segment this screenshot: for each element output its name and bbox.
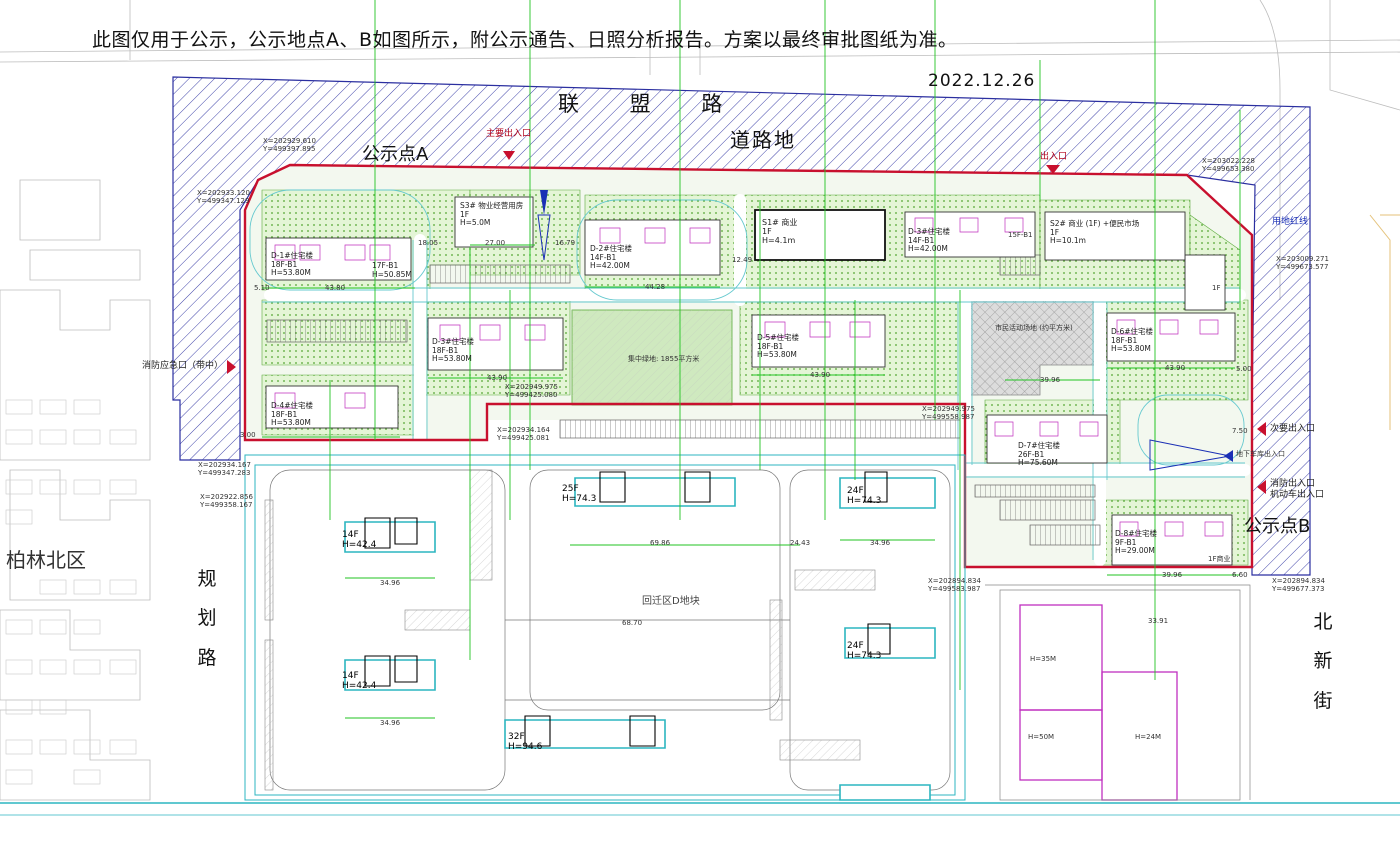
dim-8: 24.43 — [790, 539, 811, 547]
east-road-name: 北 新 街 — [1313, 611, 1333, 712]
dim-18: 5.10 — [254, 284, 270, 292]
s2-label: S2# 商业 (1F) +便民市场 1F H=10.1m — [1050, 219, 1140, 246]
dim-11: 34.96 — [870, 539, 891, 547]
notice-date: 2022.12.26 — [928, 71, 1036, 91]
emergency-west-label: 消防应急口（带中） — [142, 361, 224, 371]
building-b6-label: D-5#住宅楼 18F-B1 H=53.80M — [757, 333, 800, 360]
public-notice: 此图仅用于公示，公示地点A、B如图所示，附公示通告、日照分析报告。方案以最终审批… — [92, 29, 958, 51]
north-road-sub: 道路地 — [730, 128, 796, 152]
east-block-c: H=24M — [1135, 733, 1162, 741]
neighborhood-label: 柏林北区 — [6, 548, 86, 572]
tower-t2-label: 24F H=74.3 — [847, 486, 882, 506]
notice-point-b: 公示点B — [1244, 516, 1311, 537]
dim-4: 43.90 — [487, 374, 508, 382]
main-entrance-label: 主要出入口 — [486, 129, 532, 139]
tower-t3-label: 14F H=42.4 — [342, 530, 377, 550]
shop-label: 1F — [1212, 284, 1221, 292]
east-block-a: H=35M — [1030, 655, 1057, 663]
north-road-name: 联 盟 路 — [558, 92, 745, 116]
building-b8-label: D-6#住宅楼 18F-B1 H=53.80M — [1111, 327, 1154, 354]
dim-6: 39.96 — [1040, 376, 1061, 384]
dim-15: 18.05 — [418, 239, 439, 247]
east-road-edge — [1369, 214, 1400, 430]
site-plan — [0, 0, 1400, 816]
secondary-east-label: 次要出入口 — [1270, 424, 1316, 434]
dim-2: 27.00 — [485, 239, 506, 247]
east-outline — [985, 584, 1251, 801]
dim-23: 33.91 — [1148, 617, 1169, 625]
east-block-b: H=50M — [1028, 733, 1055, 741]
boundary-label: 用地红线 — [1272, 217, 1309, 227]
dim-21: 5.00 — [1236, 365, 1252, 373]
building-b5-label: D-2#住宅楼 14F-B1 H=42.00M — [590, 244, 633, 271]
coord-10: X=202894.834 Y=499583.987 — [928, 577, 981, 593]
coord-3: X=202934.167 Y=499347.283 — [198, 461, 251, 477]
tower-t1-label: 25F H=74.3 — [562, 484, 597, 504]
fire-vehicle-label: 消防出入口 机动车出入口 — [1270, 479, 1325, 500]
dim-20: 7.50 — [1232, 427, 1248, 435]
dim-1: 43.80 — [325, 284, 346, 292]
west-road-name: 规 划 路 — [197, 568, 217, 669]
dim-7: 69.86 — [650, 539, 671, 547]
tower-t6-label: 32F H=94.6 — [508, 732, 543, 752]
dim-14: 6.60 — [1232, 571, 1248, 579]
coord-5: X=203022.228 Y=499653.380 — [1202, 157, 1255, 173]
central-green-label: 集中绿地: 1855平方米 — [628, 355, 700, 363]
s3-label: S3# 物业经营用房 1F H=5.0M — [460, 201, 524, 228]
coord-4: X=202922.856 Y=499358.167 — [200, 493, 253, 509]
building-b2-label: 17F-B1 H=50.85M — [372, 261, 412, 279]
coord-6: X=203009.271 Y=499673.577 — [1276, 255, 1329, 271]
tower-t4-label: 24F H=74.3 — [847, 641, 882, 661]
building-b1-label: D-1#住宅楼 18F-B1 H=53.80M — [271, 251, 314, 278]
exit-label: 出入口 — [1040, 152, 1068, 162]
coord-11: X=202894.834 Y=499677.373 — [1272, 577, 1325, 593]
building-b7-label: D-3#住宅楼 14F-B1 H=42.00M — [908, 227, 951, 254]
s1-label: S1# 商业 1F H=4.1m — [762, 218, 798, 246]
dim-16: 16.79 — [555, 239, 576, 247]
notice-point-a: 公示点A — [362, 144, 429, 165]
west-neighborhood-blocks — [0, 179, 151, 801]
coord-1: X=202929.610 Y=499397.895 — [263, 137, 316, 153]
east-magenta-blocks — [1019, 604, 1178, 801]
building-b10-label: D-8#住宅楼 9F-B1 H=29.00M — [1115, 529, 1158, 556]
west-neighborhood-houses — [5, 399, 137, 785]
underground-garage-label: 地下车库出入口 — [1236, 450, 1285, 458]
dim-22: 68.70 — [622, 619, 643, 627]
coord-9: X=202949.975 Y=499558.987 — [922, 405, 975, 421]
building-b3-label: D-4#住宅楼 18F-B1 H=53.80M — [271, 401, 314, 428]
coord-2: X=202933.120 Y=499347.129 — [197, 189, 250, 205]
center-block-label: 回迁区D地块 — [642, 596, 700, 607]
building-b9-label: D-7#住宅楼 26F-B1 H=75.60M — [1018, 441, 1061, 468]
tower-t5-label: 14F H=42.4 — [342, 671, 377, 691]
dim-19: 3.00 — [240, 431, 256, 439]
dim-9: 34.96 — [380, 579, 401, 587]
dim-5: 43.90 — [810, 371, 831, 379]
commercial-label: 1F商业 — [1208, 555, 1231, 563]
coord-7: X=202949.975 Y=499425.080 — [505, 383, 558, 399]
building-b4-label: D-3#住宅楼 18F-B1 H=53.80M — [432, 337, 475, 364]
coord-8: X=202934.164 Y=499425.081 — [497, 426, 550, 442]
dim-13: 39.96 — [1162, 571, 1183, 579]
south-tower-cores — [364, 471, 891, 747]
s2-note: 15F-B1 — [1008, 231, 1033, 239]
dim-12: 43.90 — [1165, 364, 1186, 372]
dim-10: 34.96 — [380, 719, 401, 727]
dim-17: 12.49 — [732, 256, 753, 264]
plaza-label: 市民活动场地 (约平方米) — [995, 324, 1073, 332]
dim-3: 44.28 — [645, 283, 666, 291]
